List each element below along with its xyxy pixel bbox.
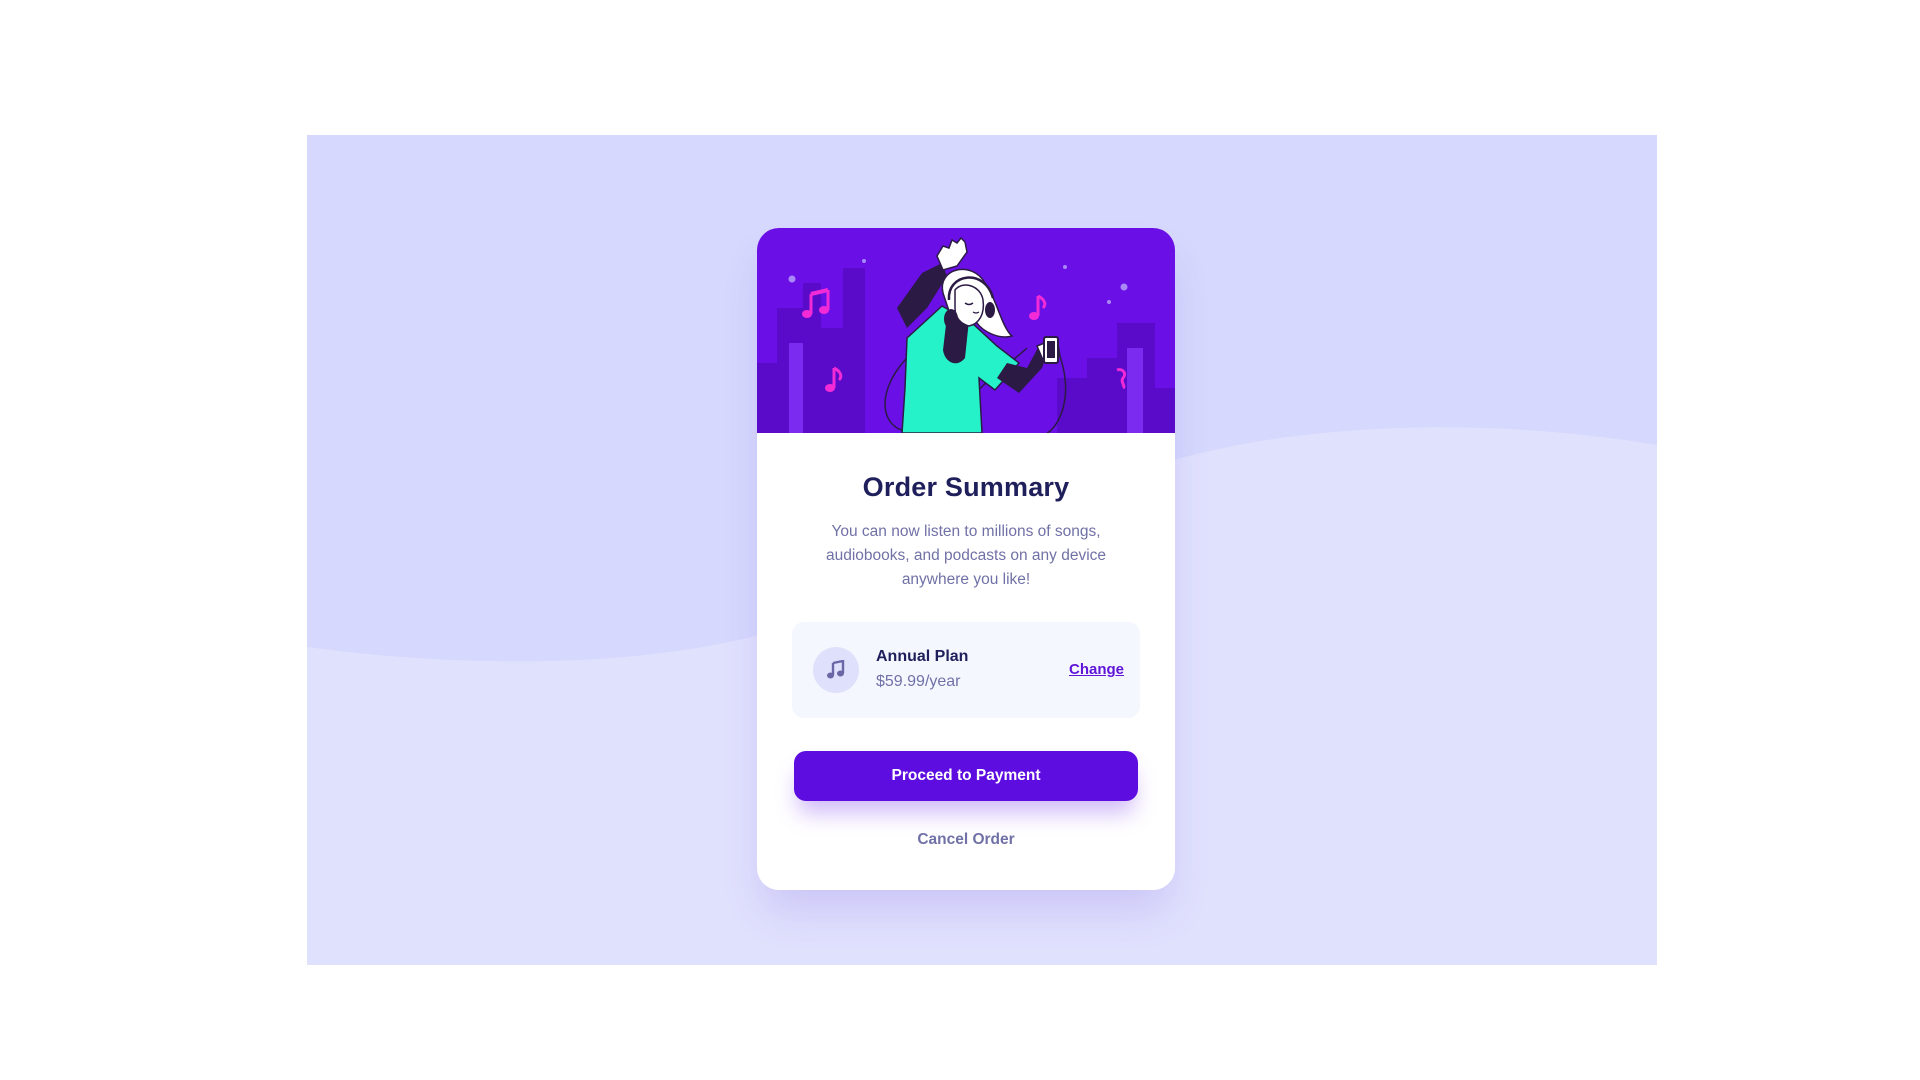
- order-description: You can now listen to millions of songs,…: [825, 523, 1107, 588]
- change-plan-link[interactable]: Change: [1069, 661, 1124, 678]
- plan-summary-box: Annual Plan $59.99/year Change: [792, 622, 1140, 718]
- order-summary-card: Order Summary You can now listen to mill…: [757, 228, 1175, 890]
- page-title: Order Summary: [862, 472, 1070, 502]
- plan-name: Annual Plan: [876, 648, 969, 665]
- music-note-icon: [813, 647, 859, 693]
- background-stage: Order Summary You can now listen to mill…: [307, 135, 1657, 965]
- proceed-to-payment-button[interactable]: Proceed to Payment: [794, 751, 1138, 801]
- cancel-order-button[interactable]: Cancel Order: [757, 831, 1175, 849]
- plan-price: $59.99/year: [876, 673, 961, 690]
- hero-illustration: [757, 228, 1175, 433]
